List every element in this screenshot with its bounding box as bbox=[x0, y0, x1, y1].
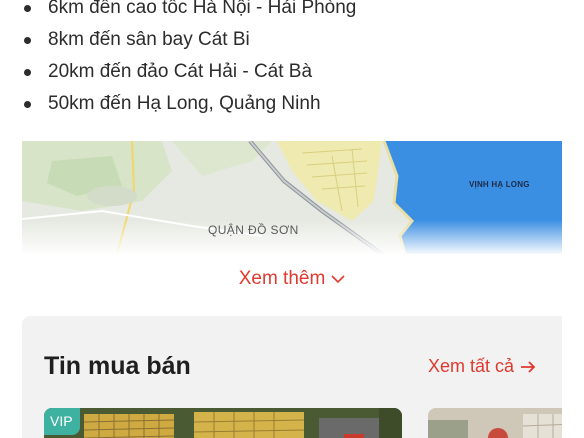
listing-thumbnail bbox=[44, 408, 402, 438]
bullet-icon bbox=[24, 69, 31, 76]
listing-card[interactable]: VIP bbox=[44, 408, 402, 438]
map-label-district: QUẬN ĐỒ SƠN bbox=[208, 223, 299, 237]
arrow-right-icon bbox=[521, 360, 536, 373]
chevron-down-icon bbox=[331, 275, 345, 284]
location-map[interactable]: VỊNH HẠ LONG QUẬN ĐỒ SƠN bbox=[22, 141, 562, 254]
location-highlights-list: 6km đến cao tốc Hà Nội - Hải Phòng 8km đ… bbox=[0, 0, 584, 120]
list-item-text: 20km đến đảo Cát Hải - Cát Bà bbox=[48, 61, 313, 82]
section-title: Tin mua bán bbox=[44, 352, 191, 380]
list-item-text: 50km đến Hạ Long, Quảng Ninh bbox=[48, 93, 321, 114]
list-item: 6km đến cao tốc Hà Nội - Hải Phòng bbox=[0, 0, 584, 24]
map-label-bay: VỊNH HẠ LONG bbox=[469, 180, 530, 189]
list-item: 8km đến sân bay Cát Bi bbox=[0, 24, 584, 56]
list-item-text: 6km đến cao tốc Hà Nội - Hải Phòng bbox=[48, 0, 357, 18]
listing-thumbnail bbox=[428, 408, 562, 438]
view-all-link[interactable]: Xem tất cả bbox=[428, 356, 536, 377]
listing-card[interactable] bbox=[428, 408, 562, 438]
bullet-icon bbox=[24, 101, 31, 108]
vip-badge: VIP bbox=[44, 408, 80, 435]
see-more-button[interactable]: Xem thêm bbox=[0, 266, 584, 292]
view-all-label: Xem tất cả bbox=[427, 356, 514, 376]
bullet-icon bbox=[24, 5, 31, 12]
list-item: 50km đến Hạ Long, Quảng Ninh bbox=[0, 88, 584, 120]
bullet-icon bbox=[24, 37, 31, 44]
listings-section: Tin mua bán Xem tất cả VIP bbox=[22, 316, 562, 438]
see-more-label: Xem thêm bbox=[238, 268, 326, 289]
list-item: 20km đến đảo Cát Hải - Cát Bà bbox=[0, 56, 584, 88]
list-item-text: 8km đến sân bay Cát Bi bbox=[48, 29, 250, 50]
